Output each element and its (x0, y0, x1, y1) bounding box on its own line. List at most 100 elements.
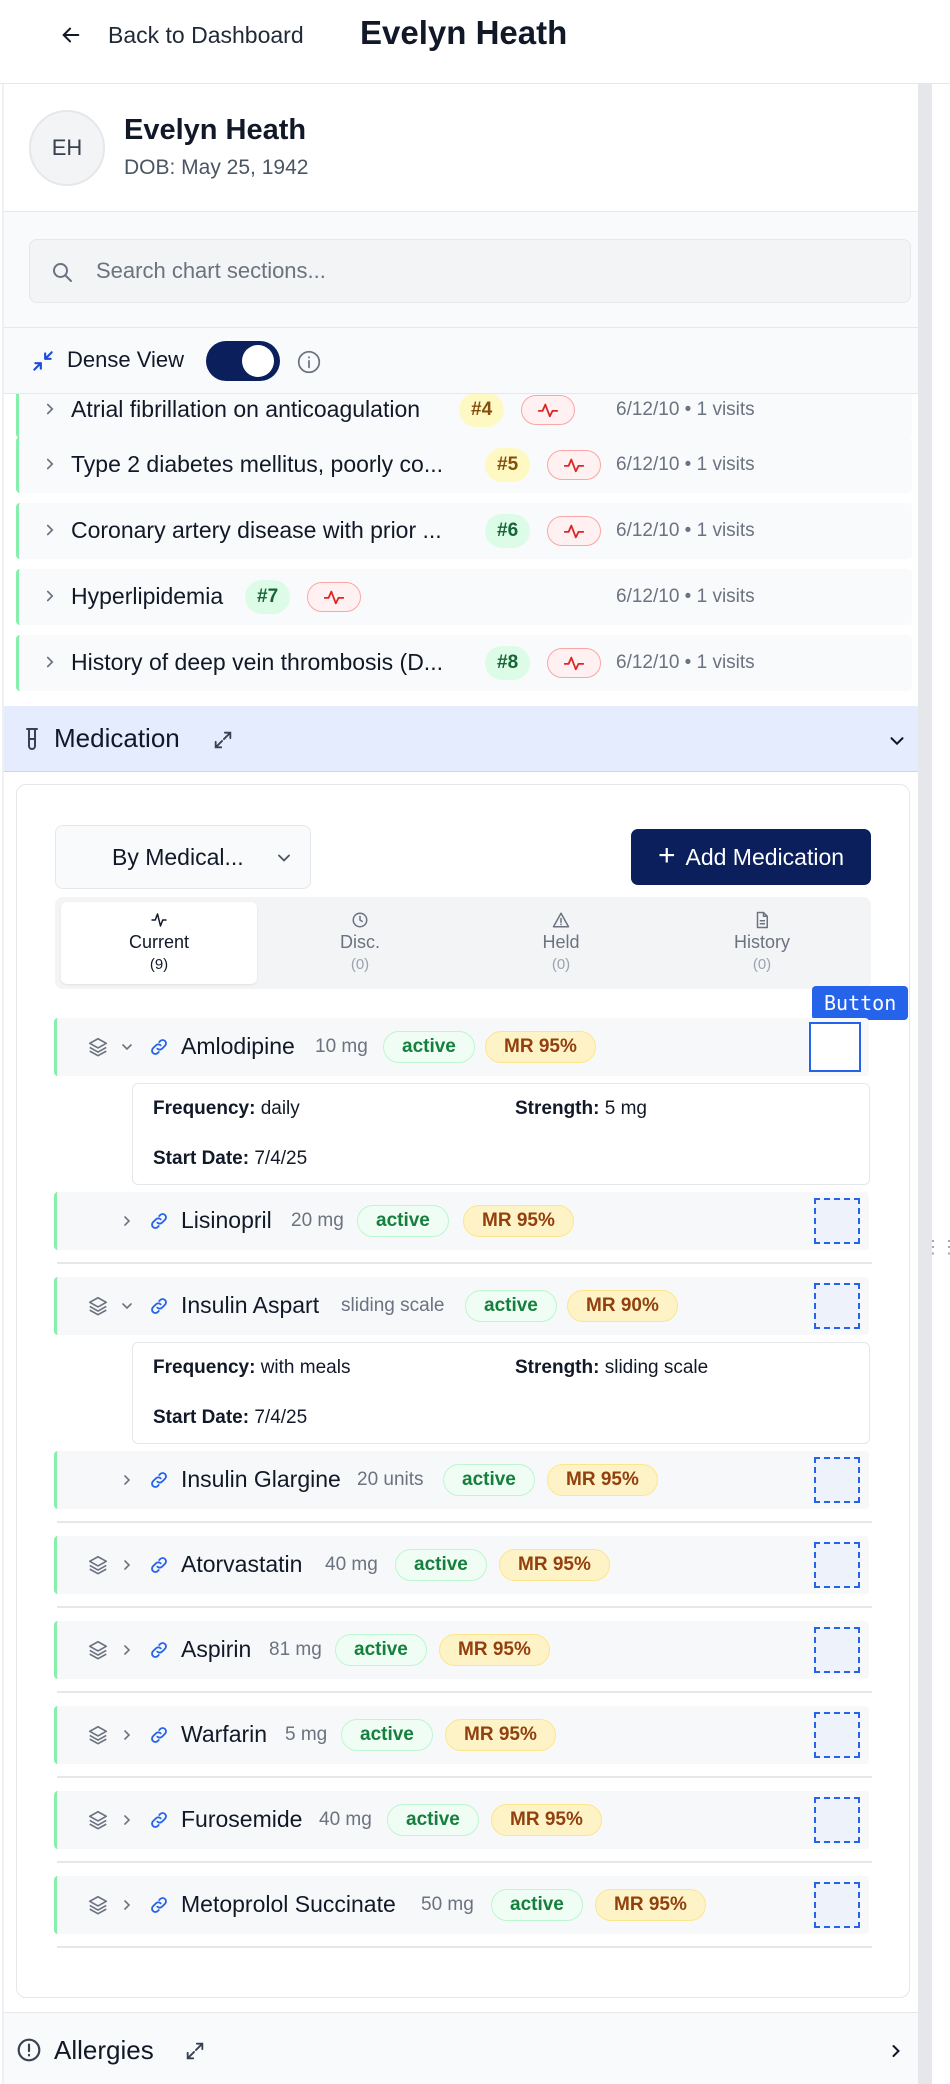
chevron-down-icon[interactable] (119, 1039, 135, 1055)
medication-dose: 10 mg (315, 1036, 368, 1057)
medication-row[interactable]: Insulin Glargine 20 units active MR 95% (54, 1451, 872, 1523)
medication-row[interactable]: Insulin Aspart sliding scale active MR 9… (54, 1277, 869, 1335)
chevron-right-icon[interactable] (886, 2041, 906, 2061)
chevron-right-icon[interactable] (41, 400, 59, 418)
scrollbar-track[interactable] (918, 84, 932, 2084)
medication-row[interactable]: Amlodipine 10 mg active MR 95% (54, 1018, 869, 1076)
link-icon[interactable] (149, 1725, 169, 1745)
search-input[interactable] (96, 250, 876, 292)
select-button[interactable] (814, 1283, 860, 1329)
problem-row[interactable]: Type 2 diabetes mellitus, poorly co... #… (16, 437, 912, 493)
tab-count: (9) (149, 956, 169, 973)
group-by-value: By Medical... (112, 844, 244, 870)
tab-discontinued[interactable]: Disc. (0) (262, 902, 458, 984)
layers-icon[interactable] (87, 1809, 109, 1831)
chevron-right-icon[interactable] (119, 1642, 135, 1658)
field-label: Strength: (515, 1357, 600, 1378)
select-button[interactable] (809, 1022, 861, 1072)
info-icon[interactable] (296, 349, 322, 375)
search-icon (53, 263, 72, 282)
dense-view-label: Dense View (67, 347, 184, 372)
allergies-section-header[interactable]: Allergies (4, 2012, 918, 2084)
chevron-down-icon[interactable] (886, 730, 908, 752)
link-icon[interactable] (149, 1211, 169, 1231)
alert-circle-icon (17, 2038, 41, 2062)
chevron-right-icon[interactable] (119, 1812, 135, 1828)
resize-handle-icon[interactable]: ⋮⋮ (924, 1238, 950, 1256)
medication-dose: 20 mg (291, 1210, 344, 1231)
field-value: 7/4/25 (254, 1148, 308, 1169)
link-icon[interactable] (149, 1555, 169, 1575)
chevron-right-icon[interactable] (41, 587, 59, 605)
medication-name: Metoprolol Succinate (181, 1891, 396, 1917)
field-label: Start Date: (153, 1407, 250, 1428)
link-icon[interactable] (149, 1810, 169, 1830)
group-by-select[interactable]: By Medical... (55, 825, 311, 889)
chevron-right-icon[interactable] (119, 1727, 135, 1743)
dense-view-toggle[interactable] (206, 341, 280, 381)
expand-icon[interactable] (184, 2040, 206, 2062)
tab-history[interactable]: History (0) (664, 902, 860, 984)
back-to-dashboard-button[interactable]: Back to Dashboard (60, 18, 304, 52)
chevron-right-icon[interactable] (41, 653, 59, 671)
chevron-right-icon[interactable] (119, 1213, 135, 1229)
vitals-pulse-icon[interactable] (547, 516, 601, 546)
medication-row[interactable]: Atorvastatin 40 mg active MR 95% (54, 1536, 872, 1608)
medication-row[interactable]: Metoprolol Succinate 50 mg active MR 95% (54, 1876, 872, 1948)
layers-icon[interactable] (87, 1036, 109, 1058)
medication-section-header[interactable]: Medication (4, 706, 918, 772)
chevron-right-icon[interactable] (119, 1472, 135, 1488)
vitals-pulse-icon[interactable] (307, 582, 361, 612)
medication-row[interactable]: Warfarin 5 mg active MR 95% (54, 1706, 872, 1778)
link-icon[interactable] (149, 1640, 169, 1660)
layers-icon[interactable] (87, 1639, 109, 1661)
medication-row[interactable]: Aspirin 81 mg active MR 95% (54, 1621, 872, 1693)
match-rate-badge: MR 95% (485, 1031, 596, 1063)
tab-current[interactable]: Current (9) (61, 902, 257, 984)
add-medication-button[interactable]: + Add Medication (631, 829, 871, 885)
medication-row[interactable]: Lisinopril 20 mg active MR 95% (54, 1192, 872, 1264)
link-icon[interactable] (149, 1895, 169, 1915)
problem-row[interactable]: Atrial fibrillation on anticoagulation #… (16, 394, 912, 438)
divider (57, 1861, 872, 1863)
layers-icon[interactable] (87, 1554, 109, 1576)
vitals-pulse-icon[interactable] (521, 395, 575, 425)
layers-icon[interactable] (87, 1894, 109, 1916)
select-button[interactable] (814, 1712, 860, 1758)
vitals-pulse-icon[interactable] (547, 450, 601, 480)
link-icon[interactable] (149, 1470, 169, 1490)
chevron-right-icon[interactable] (41, 521, 59, 539)
divider (57, 1691, 872, 1693)
chevron-down-icon[interactable] (119, 1298, 135, 1314)
layers-icon[interactable] (87, 1724, 109, 1746)
page-title: Evelyn Heath (360, 14, 568, 51)
tab-count: (0) (752, 956, 772, 973)
link-icon[interactable] (149, 1037, 169, 1057)
status-badge: active (443, 1464, 535, 1496)
frequency-field: Frequency: daily (153, 1098, 300, 1120)
problem-row[interactable]: Hyperlipidemia #7 6/12/10 • 1 visits (16, 569, 912, 625)
link-icon[interactable] (149, 1296, 169, 1316)
layers-icon[interactable] (87, 1295, 109, 1317)
select-button[interactable] (814, 1627, 860, 1673)
problem-meta: 6/12/10 • 1 visits (616, 454, 755, 475)
expand-icon[interactable] (212, 729, 234, 751)
select-button[interactable] (814, 1457, 860, 1503)
test-tube-icon (26, 728, 38, 750)
select-button[interactable] (814, 1542, 860, 1588)
chevron-right-icon[interactable] (119, 1557, 135, 1573)
problem-row[interactable]: History of deep vein thrombosis (D... #8… (16, 635, 912, 691)
problem-row[interactable]: Coronary artery disease with prior ... #… (16, 503, 912, 559)
tab-held[interactable]: Held (0) (463, 902, 659, 984)
select-button[interactable] (814, 1198, 860, 1244)
select-button[interactable] (814, 1797, 860, 1843)
chevron-right-icon[interactable] (41, 455, 59, 473)
medication-row[interactable]: Furosemide 40 mg active MR 95% (54, 1791, 872, 1863)
vitals-pulse-icon[interactable] (547, 648, 601, 678)
select-button[interactable] (814, 1882, 860, 1928)
chevron-right-icon[interactable] (119, 1897, 135, 1913)
match-rate-badge: MR 95% (499, 1549, 610, 1581)
tab-label: History (733, 932, 790, 952)
search-box[interactable] (29, 239, 911, 303)
divider (57, 1262, 872, 1264)
